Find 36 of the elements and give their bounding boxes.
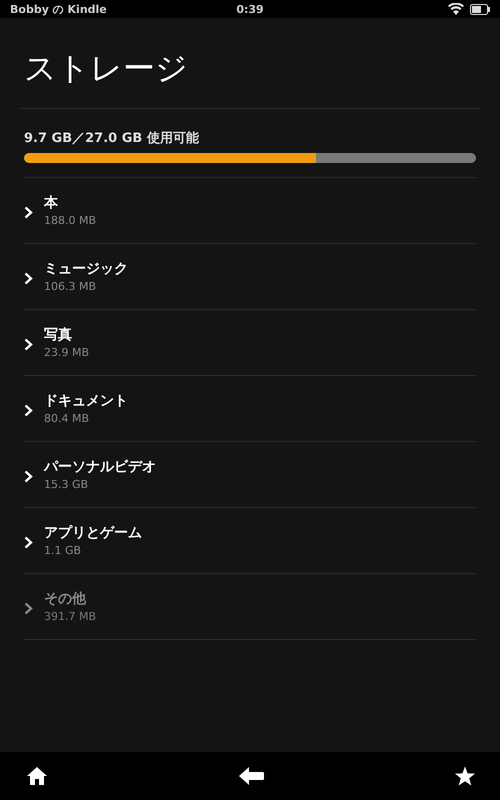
chevron-icon xyxy=(24,404,33,417)
chevron-icon xyxy=(24,338,33,351)
star-icon xyxy=(454,766,476,786)
category-name: アプリとゲーム xyxy=(44,524,142,542)
storage-summary: 9.7 GB／27.0 GB 使用可能 xyxy=(24,130,200,147)
chevron-icon xyxy=(24,536,33,549)
category-size: 188.0 MB xyxy=(44,214,96,227)
category-size: 106.3 MB xyxy=(44,280,98,293)
battery-icon xyxy=(470,4,490,14)
category-row[interactable]: パーソナルビデオ 15.3 GB xyxy=(24,442,476,508)
category-size: 80.4 MB xyxy=(44,412,90,425)
category-name: 本 xyxy=(44,194,59,212)
category-size: 15.3 GB xyxy=(44,478,90,491)
category-name: その他 xyxy=(44,590,88,608)
device-name: Bobby の Kindle xyxy=(10,2,107,16)
category-name: 写真 xyxy=(44,326,73,344)
clock-time: 0:39 xyxy=(236,2,264,16)
category-name: ミュージック xyxy=(44,260,128,278)
category-row[interactable]: 写真 23.9 MB xyxy=(24,310,476,376)
home-icon xyxy=(26,766,48,786)
chevron-icon xyxy=(24,206,33,219)
category-size: 23.9 MB xyxy=(44,346,90,359)
wifi-icon xyxy=(448,3,464,15)
back-arrow-icon xyxy=(238,766,264,786)
chevron-icon xyxy=(24,602,33,615)
category-size: 391.7 MB xyxy=(44,610,96,623)
page-title: ストレージ xyxy=(24,48,189,89)
category-name: ドキュメント xyxy=(44,392,128,410)
category-row[interactable]: 本 188.0 MB xyxy=(24,178,476,244)
category-row[interactable]: アプリとゲーム 1.1 GB xyxy=(24,508,476,574)
category-size: 1.1 GB xyxy=(44,544,82,557)
chevron-icon xyxy=(24,470,33,483)
category-name: パーソナルビデオ xyxy=(44,458,156,476)
chevron-icon xyxy=(24,272,33,285)
category-row[interactable]: ミュージック 106.3 MB xyxy=(24,244,476,310)
category-row[interactable]: ドキュメント 80.4 MB xyxy=(24,376,476,442)
